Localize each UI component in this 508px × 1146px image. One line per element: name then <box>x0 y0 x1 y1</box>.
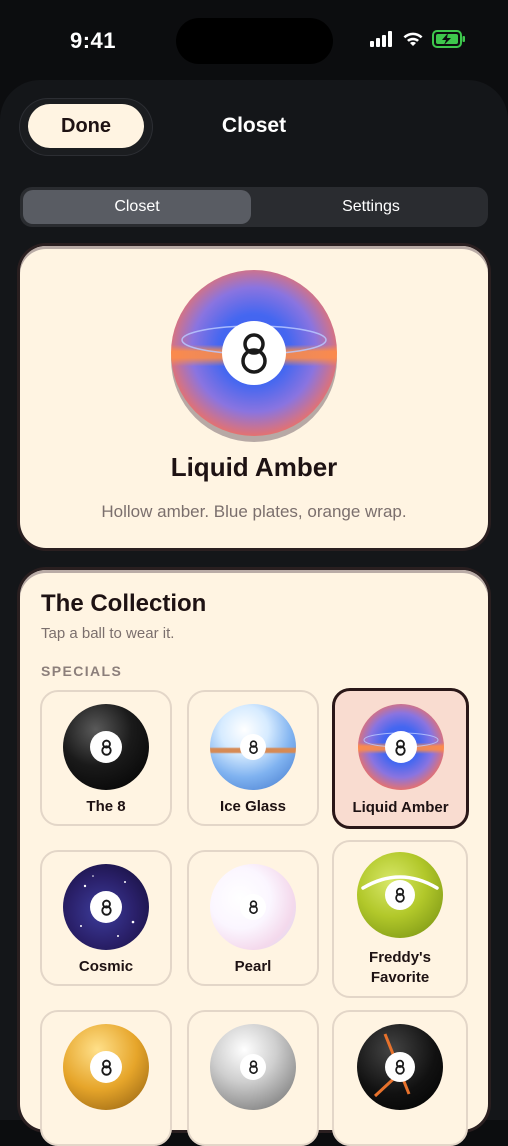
eight-ball-label <box>222 321 286 385</box>
done-button[interactable]: Done <box>28 104 144 148</box>
hero-ball-name: Liquid Amber <box>170 452 338 482</box>
ball-tile-gold[interactable] <box>40 1010 172 1146</box>
ball-silver <box>210 1024 296 1110</box>
eight-ball-label <box>90 731 122 763</box>
dynamic-island <box>176 18 333 64</box>
number-eight-icon <box>395 1059 405 1075</box>
number-eight-icon <box>248 900 258 914</box>
ball-liquid-amber <box>357 704 444 790</box>
wifi-icon <box>403 32 423 46</box>
status-time: 9:41 <box>70 28 117 53</box>
hero-ball-description: Hollow amber. Blue plates, orange wrap. <box>101 502 407 521</box>
number-eight-icon <box>100 739 112 756</box>
tile-label: Cosmic <box>78 958 134 975</box>
status-icons <box>370 30 466 48</box>
number-eight-icon <box>100 1059 112 1076</box>
tile-label: Ice Glass <box>220 798 286 815</box>
number-eight-icon <box>395 887 405 903</box>
ball-pearl <box>210 864 296 950</box>
ball-tile-silver[interactable] <box>187 1010 319 1146</box>
eight-ball-label <box>90 1051 122 1083</box>
number-eight-icon <box>241 333 267 374</box>
number-eight-icon <box>395 739 406 756</box>
status-bar: 9:41 <box>0 0 508 80</box>
ball-the-8 <box>63 704 149 790</box>
done-button-container: Done <box>20 99 152 155</box>
ball-tile-the-8[interactable]: The 8 <box>40 690 172 826</box>
ball-tile-cosmic[interactable]: Cosmic <box>40 850 172 986</box>
eight-ball-label <box>240 894 266 920</box>
ball-gold <box>63 1024 149 1110</box>
tile-label: The 8 <box>86 798 126 815</box>
segment-closet[interactable]: Closet <box>23 190 251 224</box>
hero-ball <box>171 270 337 436</box>
ball-tile-pearl[interactable]: Pearl <box>187 850 319 986</box>
eight-ball-label <box>385 880 415 910</box>
eight-ball-label <box>385 1052 415 1082</box>
eight-ball-label <box>240 734 266 760</box>
ball-cosmic <box>63 864 149 950</box>
eight-ball-label <box>90 891 122 923</box>
page-title: Closet <box>221 114 287 137</box>
tile-label: Pearl <box>234 958 272 975</box>
tile-label: Freddy's Favorite <box>369 949 431 986</box>
ball-tile-ice-glass[interactable]: Ice Glass <box>187 690 319 826</box>
ball-clock <box>357 1024 443 1110</box>
eight-ball-label <box>384 731 417 763</box>
number-eight-icon <box>248 1060 258 1074</box>
ball-ice-glass <box>210 704 296 790</box>
cellular-signal-icon <box>370 31 392 47</box>
battery-charging-icon <box>432 30 465 48</box>
segmented-control: Closet Settings <box>20 187 488 227</box>
number-eight-icon <box>248 740 258 754</box>
ball-tile-clock[interactable] <box>332 1010 468 1146</box>
segment-settings[interactable]: Settings <box>257 190 485 224</box>
collection-title: The Collection <box>41 590 207 617</box>
eight-ball-label <box>240 1054 266 1080</box>
section-header-specials: SPECIALS <box>41 663 123 679</box>
ball-tile-liquid-amber[interactable]: Liquid Amber <box>332 688 469 829</box>
ball-freddys-favorite <box>357 852 443 938</box>
tile-label: Liquid Amber <box>352 799 449 816</box>
number-eight-icon <box>100 899 112 916</box>
ball-tile-freddys-favorite[interactable]: Freddy's Favorite <box>332 840 468 998</box>
collection-subtitle: Tap a ball to wear it. <box>41 625 175 642</box>
